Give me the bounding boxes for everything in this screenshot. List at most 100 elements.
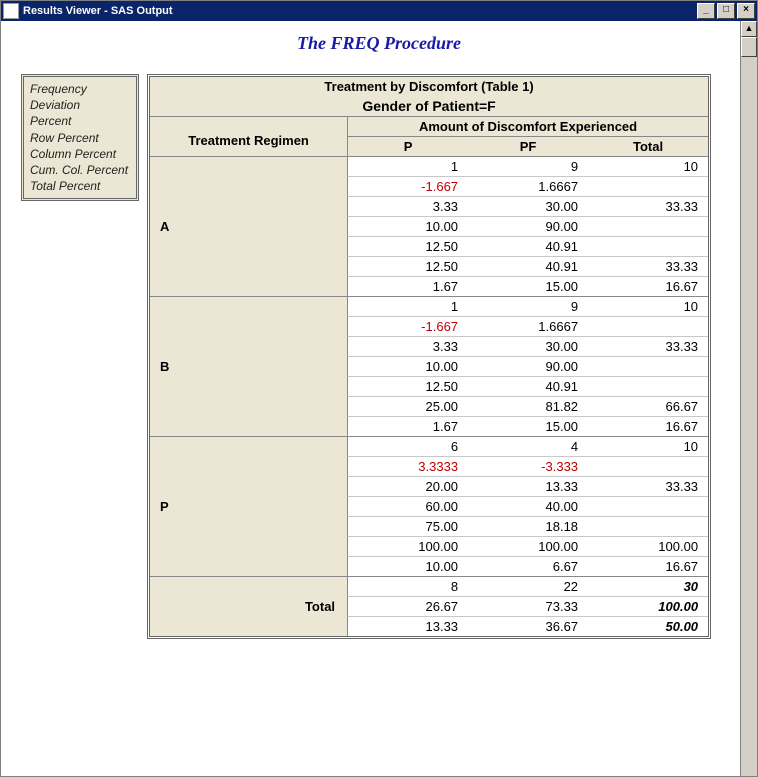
- crosstab-table: Treatment by Discomfort (Table 1) Gender…: [147, 74, 711, 639]
- cell-pf: 13.33: [468, 476, 588, 496]
- cell-p: 25.00: [347, 396, 468, 416]
- cell-total: 66.67: [588, 396, 708, 416]
- window-title: Results Viewer - SAS Output: [23, 5, 173, 17]
- cell-total: 16.67: [588, 276, 708, 296]
- cell-p: 60.00: [347, 496, 468, 516]
- cell-pf: 30.00: [468, 336, 588, 356]
- cell-pf: 90.00: [468, 356, 588, 376]
- legend-item: Frequency: [30, 81, 128, 97]
- cell-p: 6: [347, 436, 468, 456]
- cell-total: [588, 356, 708, 376]
- cell-pf: 9: [468, 156, 588, 176]
- total-cell-pf: 22: [468, 576, 588, 596]
- total-row: Total82230: [150, 576, 708, 596]
- total-cell-total: 30: [588, 576, 708, 596]
- cell-pf: 40.91: [468, 256, 588, 276]
- total-cell-total: 50.00: [588, 616, 708, 636]
- cell-pf: 90.00: [468, 216, 588, 236]
- scroll-thumb[interactable]: [741, 37, 757, 57]
- cell-p: 3.33: [347, 196, 468, 216]
- cell-p: 10.00: [347, 556, 468, 576]
- col-header: Total: [588, 136, 708, 156]
- scroll-up-icon[interactable]: ▲: [741, 21, 757, 37]
- vertical-scrollbar[interactable]: ▲: [740, 21, 757, 776]
- cell-pf: 30.00: [468, 196, 588, 216]
- legend-item: Percent: [30, 113, 128, 129]
- col-var-label: Amount of Discomfort Experienced: [347, 116, 708, 136]
- cell-total: 10: [588, 156, 708, 176]
- cell-pf: 15.00: [468, 416, 588, 436]
- minimize-button[interactable]: _: [697, 3, 715, 19]
- total-label: Total: [150, 576, 347, 636]
- cell-pf: 4: [468, 436, 588, 456]
- cell-total: 10: [588, 436, 708, 456]
- total-cell-pf: 36.67: [468, 616, 588, 636]
- row-label: B: [150, 296, 347, 436]
- table-row: B1910: [150, 296, 708, 316]
- cell-total: 100.00: [588, 536, 708, 556]
- close-button[interactable]: ×: [737, 3, 755, 19]
- cell-p: 75.00: [347, 516, 468, 536]
- cell-total: [588, 496, 708, 516]
- cell-pf: 40.91: [468, 376, 588, 396]
- cell-total: [588, 456, 708, 476]
- cell-p: 12.50: [347, 376, 468, 396]
- legend-item: Column Percent: [30, 146, 128, 162]
- cell-p: -1.667: [347, 176, 468, 196]
- cell-total: [588, 176, 708, 196]
- cell-total: 33.33: [588, 196, 708, 216]
- cell-p: 20.00: [347, 476, 468, 496]
- cell-p: 10.00: [347, 356, 468, 376]
- cell-total: 10: [588, 296, 708, 316]
- maximize-button[interactable]: □: [717, 3, 735, 19]
- app-window: Results Viewer - SAS Output _ □ × ▲ The …: [0, 0, 758, 777]
- row-label: P: [150, 436, 347, 576]
- cell-total: 16.67: [588, 416, 708, 436]
- legend-item: Deviation: [30, 97, 128, 113]
- stat-legend: Frequency Deviation Percent Row Percent …: [21, 74, 139, 201]
- cell-p: 12.50: [347, 256, 468, 276]
- window-buttons: _ □ ×: [697, 3, 755, 19]
- cell-pf: 15.00: [468, 276, 588, 296]
- col-header: P: [347, 136, 468, 156]
- row-var-label: Treatment Regimen: [150, 116, 347, 156]
- table-layout: Frequency Deviation Percent Row Percent …: [21, 74, 737, 639]
- cell-p: 1.67: [347, 416, 468, 436]
- cell-total: 33.33: [588, 336, 708, 356]
- cell-pf: -3.333: [468, 456, 588, 476]
- cell-pf: 40.00: [468, 496, 588, 516]
- cell-p: 1: [347, 156, 468, 176]
- cell-p: 1.67: [347, 276, 468, 296]
- cell-total: [588, 236, 708, 256]
- total-cell-total: 100.00: [588, 596, 708, 616]
- cell-total: [588, 316, 708, 336]
- cell-p: -1.667: [347, 316, 468, 336]
- cell-pf: 40.91: [468, 236, 588, 256]
- cell-pf: 1.6667: [468, 316, 588, 336]
- table-subcaption: Gender of Patient=F: [150, 96, 708, 116]
- table-caption: Treatment by Discomfort (Table 1): [150, 77, 708, 96]
- total-cell-p: 13.33: [347, 616, 468, 636]
- cell-p: 3.3333: [347, 456, 468, 476]
- legend-item: Total Percent: [30, 178, 128, 194]
- cell-pf: 18.18: [468, 516, 588, 536]
- cell-total: [588, 376, 708, 396]
- cell-pf: 9: [468, 296, 588, 316]
- legend-item: Cum. Col. Percent: [30, 162, 128, 178]
- cell-total: [588, 516, 708, 536]
- cell-total: 16.67: [588, 556, 708, 576]
- cell-pf: 100.00: [468, 536, 588, 556]
- row-label: A: [150, 156, 347, 296]
- legend-item: Row Percent: [30, 130, 128, 146]
- col-header: PF: [468, 136, 588, 156]
- cell-total: 33.33: [588, 476, 708, 496]
- cell-p: 100.00: [347, 536, 468, 556]
- table-row: A1910: [150, 156, 708, 176]
- cell-pf: 81.82: [468, 396, 588, 416]
- page-body: The FREQ Procedure Frequency Deviation P…: [1, 21, 757, 649]
- cell-pf: 6.67: [468, 556, 588, 576]
- cell-p: 12.50: [347, 236, 468, 256]
- cell-total: [588, 216, 708, 236]
- total-cell-p: 8: [347, 576, 468, 596]
- cell-p: 10.00: [347, 216, 468, 236]
